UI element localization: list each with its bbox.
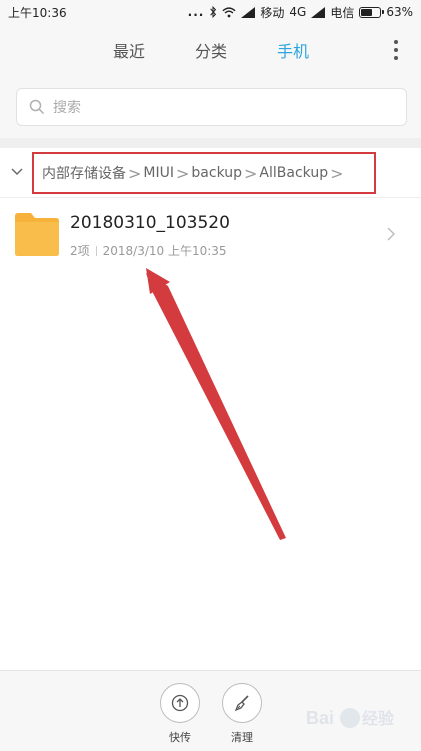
wifi-icon (222, 6, 236, 17)
carrier-2: 电信 (330, 5, 355, 20)
breadcrumb-item-internal-storage[interactable]: 内部存储设备 (42, 163, 126, 183)
network-type: 4G (289, 5, 307, 19)
chevron-right-icon (387, 227, 395, 241)
top-tab-bar: 最近 分类 手机 (0, 24, 421, 76)
search-input[interactable]: 搜索 (16, 88, 407, 126)
file-date: 2018/3/10 上午10:35 (102, 244, 227, 258)
clean-label: 清理 (231, 731, 253, 744)
share-button-circle (160, 683, 200, 723)
tab-category[interactable]: 分类 (195, 38, 227, 62)
breadcrumb-separator: > (330, 163, 344, 183)
signal-icon (241, 6, 256, 18)
divider (0, 138, 421, 148)
clean-button[interactable]: 清理 (220, 683, 264, 745)
tab-recent[interactable]: 最近 (113, 38, 145, 62)
search-placeholder: 搜索 (53, 100, 81, 116)
search-area: 搜索 (0, 76, 421, 138)
breadcrumb-item-miui[interactable]: MIUI (143, 165, 174, 181)
svg-text:经验: 经验 (362, 709, 395, 728)
more-options-icon[interactable] (393, 40, 399, 60)
status-time: 上午10:36 (8, 5, 67, 20)
breadcrumb-separator: > (244, 163, 258, 183)
breadcrumb-separator: > (128, 163, 142, 183)
chevron-down-icon[interactable] (10, 167, 24, 177)
status-dots: ... (187, 5, 205, 19)
meta-divider (95, 246, 97, 256)
brush-icon (234, 695, 249, 712)
status-icons: ... 移动 4G 电信 63% (188, 4, 413, 21)
breadcrumb: 内部存储设备 > MIUI > backup > AllBackup > (32, 152, 376, 194)
file-meta: 2项 2018/3/10 上午10:35 (70, 242, 227, 259)
signal-icon (311, 6, 326, 18)
bluetooth-icon (210, 6, 217, 18)
battery-icon (359, 6, 385, 18)
tab-phone[interactable]: 手机 (277, 38, 309, 62)
battery-fill (361, 8, 373, 16)
breadcrumb-row: 内部存储设备 > MIUI > backup > AllBackup > (0, 148, 421, 198)
search-icon (29, 99, 45, 115)
breadcrumb-separator: > (176, 163, 190, 183)
share-icon (171, 694, 189, 712)
svg-text:Bai: Bai (306, 708, 334, 728)
breadcrumb-item-backup[interactable]: backup (191, 165, 242, 181)
carrier-1: 移动 (260, 5, 285, 20)
list-item[interactable]: 20180310_103520 2项 2018/3/10 上午10:35 (0, 198, 421, 274)
clean-button-circle (222, 683, 262, 723)
share-button[interactable]: 快传 (158, 683, 202, 745)
share-label: 快传 (169, 731, 191, 744)
status-bar: 上午10:36 ... 移动 4G 电信 63% (0, 0, 421, 24)
battery-percent: 63% (386, 5, 413, 19)
file-name: 20180310_103520 (70, 213, 230, 233)
file-item-count: 2项 (70, 244, 90, 258)
folder-icon (15, 213, 59, 256)
breadcrumb-item-allbackup[interactable]: AllBackup (259, 165, 328, 181)
baidu-watermark: Bai 经验 (306, 708, 395, 728)
